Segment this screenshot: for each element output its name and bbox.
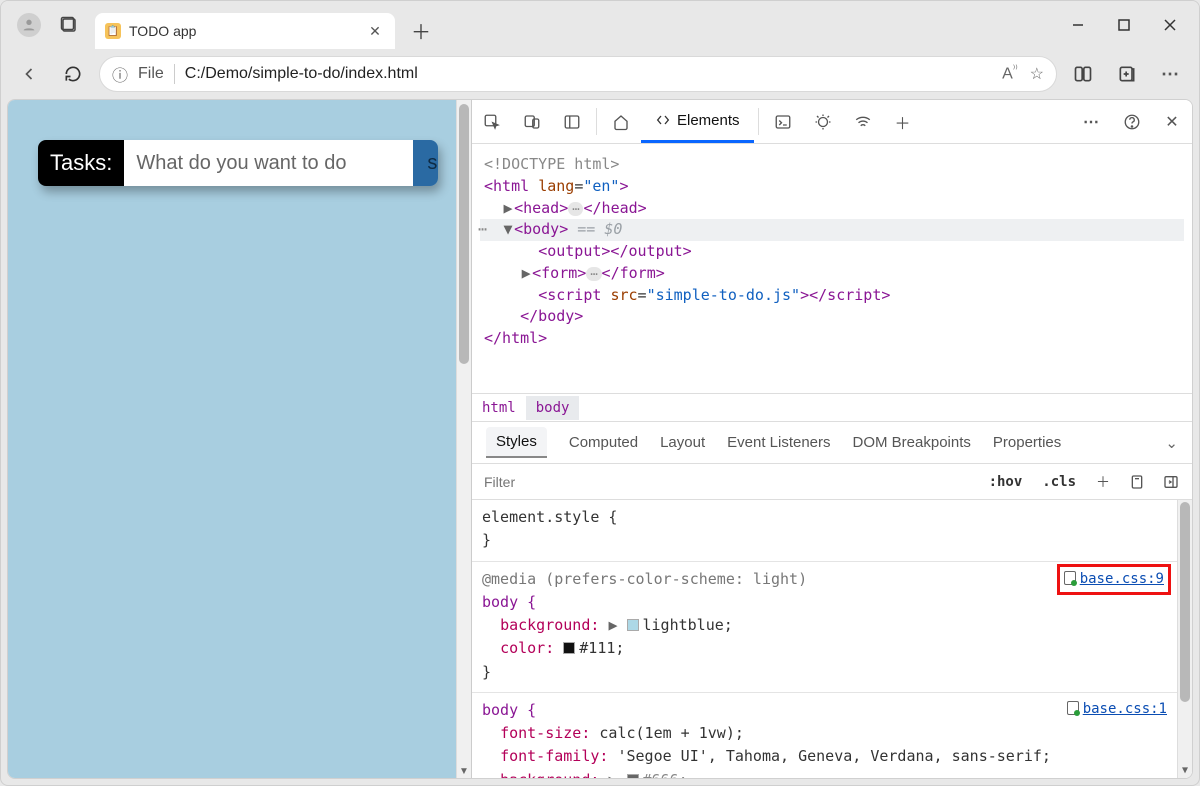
source-link-base-9[interactable]: base.css:9 (1061, 568, 1167, 592)
toggle-sidebar-icon[interactable] (1158, 469, 1184, 495)
scroll-thumb[interactable] (459, 104, 469, 364)
file-icon (1067, 701, 1079, 715)
tab-elements-label: Elements (677, 112, 740, 129)
page-scrollbar[interactable]: ▲ ▼ (456, 100, 471, 778)
subtabs-overflow-icon[interactable]: ⌄ (1165, 434, 1178, 452)
network-conditions-icon[interactable] (843, 100, 883, 143)
rules-scrollbar[interactable]: ▲ ▼ (1177, 500, 1192, 778)
maximize-button[interactable] (1101, 8, 1147, 42)
subtab-event-listeners[interactable]: Event Listeners (727, 434, 830, 451)
dom-tree[interactable]: <!DOCTYPE html> <html lang="en"> ▶<head>… (472, 144, 1192, 394)
devtools-tabs: Elements ＋ ⋯ ✕ (472, 100, 1192, 144)
hov-toggle[interactable]: :hov (983, 474, 1029, 490)
new-tab-button[interactable]: ＋ (405, 14, 437, 46)
subtab-layout[interactable]: Layout (660, 434, 705, 451)
subtab-dom-breakpoints[interactable]: DOM Breakpoints (853, 434, 971, 451)
new-style-rule-icon[interactable]: ＋ (1090, 469, 1116, 495)
tab-favicon: 📋 (105, 23, 121, 39)
browser-window: 📋 TODO app ✕ ＋ ⓘ File C:/Demo/simple-to-… (0, 0, 1200, 786)
tab-title: TODO app (129, 23, 357, 39)
site-info-icon[interactable]: ⓘ (112, 62, 128, 86)
file-icon (1064, 571, 1076, 585)
styles-subtabs: Styles Computed Layout Event Listeners D… (472, 422, 1192, 464)
url-path: C:/Demo/simple-to-do/index.html (185, 65, 418, 83)
window-controls (1055, 1, 1193, 49)
scroll-down-icon[interactable]: ▼ (1178, 764, 1192, 778)
cls-toggle[interactable]: .cls (1036, 474, 1082, 490)
task-input[interactable] (124, 140, 413, 186)
issues-icon[interactable] (803, 100, 843, 143)
inspect-icon[interactable] (472, 100, 512, 143)
content-area: Tasks: send ▲ ▼ (7, 99, 1193, 779)
url-scheme: File (138, 65, 164, 83)
styles-filter-row: :hov .cls ＋ (472, 464, 1192, 500)
subtab-properties[interactable]: Properties (993, 434, 1061, 451)
collections-icon[interactable] (1109, 56, 1145, 92)
send-button[interactable]: send (413, 140, 438, 186)
read-aloud-icon[interactable]: A⁾⁾ (1002, 64, 1018, 84)
refresh-button[interactable] (55, 56, 91, 92)
dom-body-row[interactable]: ▼<body> == $0 (480, 219, 1184, 241)
scroll-thumb[interactable] (1180, 502, 1190, 702)
task-form: Tasks: send (38, 140, 438, 186)
dock-side-icon[interactable] (552, 100, 592, 143)
subtab-computed[interactable]: Computed (569, 434, 638, 451)
rule-element-style[interactable]: element.style { } (472, 500, 1177, 562)
browser-tab[interactable]: 📋 TODO app ✕ (95, 13, 395, 49)
profile-avatar[interactable] (17, 13, 41, 37)
split-screen-icon[interactable] (1065, 56, 1101, 92)
more-menu-icon[interactable]: ⋯ (1153, 56, 1189, 92)
settings-more-icon[interactable]: ⋯ (1072, 112, 1112, 132)
scroll-down-icon[interactable]: ▼ (457, 764, 471, 778)
dom-breadcrumb: html body (472, 394, 1192, 422)
divider (174, 64, 175, 84)
source-link-base-1[interactable]: base.css:1 (1067, 699, 1167, 721)
task-label: Tasks: (38, 140, 124, 186)
close-window-button[interactable] (1147, 8, 1193, 42)
crumb-body[interactable]: body (526, 396, 580, 420)
style-rules[interactable]: element.style { } base.css:9 @media (pre… (472, 500, 1192, 778)
welcome-tab-icon[interactable] (601, 100, 641, 143)
toolbar: ⓘ File C:/Demo/simple-to-do/index.html A… (1, 49, 1199, 99)
rendered-page: Tasks: send ▲ ▼ (8, 100, 471, 778)
rule-body[interactable]: base.css:1 body { font-size: calc(1em + … (472, 693, 1177, 778)
dom-doctype: <!DOCTYPE html> (484, 155, 619, 173)
address-bar[interactable]: ⓘ File C:/Demo/simple-to-do/index.html A… (99, 56, 1057, 92)
device-toggle-icon[interactable] (512, 100, 552, 143)
more-tabs-icon[interactable]: ＋ (883, 100, 923, 143)
close-devtools-icon[interactable]: ✕ (1152, 112, 1192, 132)
crumb-html[interactable]: html (472, 396, 526, 420)
console-icon[interactable] (763, 100, 803, 143)
favorite-icon[interactable]: ☆ (1030, 64, 1044, 84)
subtab-styles[interactable]: Styles (486, 427, 547, 458)
tab-close-icon[interactable]: ✕ (365, 21, 385, 41)
rule-media-body[interactable]: base.css:9 @media (prefers-color-scheme:… (472, 562, 1177, 693)
tab-actions-icon[interactable] (55, 11, 83, 39)
help-icon[interactable] (1112, 113, 1152, 131)
minimize-button[interactable] (1055, 8, 1101, 42)
tab-elements[interactable]: Elements (641, 100, 754, 143)
titlebar: 📋 TODO app ✕ ＋ (1, 1, 1199, 49)
back-button[interactable] (11, 56, 47, 92)
styles-filter-input[interactable] (480, 470, 975, 494)
computed-styles-icon[interactable] (1124, 469, 1150, 495)
devtools-panel: Elements ＋ ⋯ ✕ (471, 100, 1192, 778)
